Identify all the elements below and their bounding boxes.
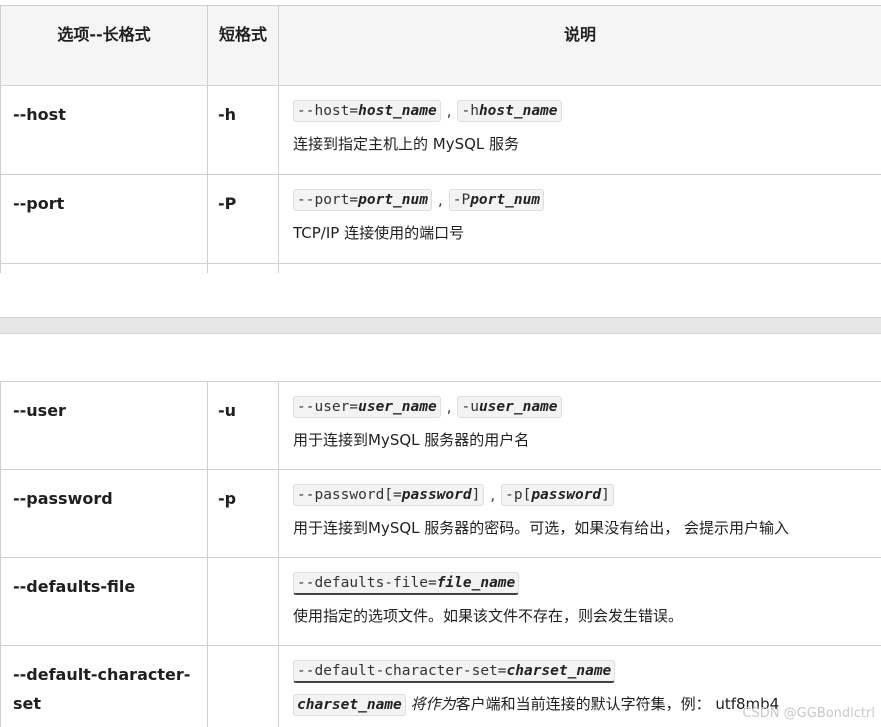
option-long: --default-character-set bbox=[13, 665, 191, 713]
option-long: --user bbox=[13, 401, 66, 420]
syntax-code: --port=port_num bbox=[293, 189, 432, 211]
option-description: 使用指定的选项文件。如果该文件不存在，则会发生错误。 bbox=[293, 607, 684, 625]
table-section-top: 选项--长格式 短格式 说明 --host -h --host=host_nam… bbox=[0, 0, 881, 273]
watermark: CSDN @GGBondlctrl bbox=[742, 706, 875, 721]
option-description: 连接到指定主机上的 MySQL 服务 bbox=[293, 135, 520, 153]
option-short: -u bbox=[218, 401, 237, 420]
syntax-code: --defaults-file=file_name bbox=[293, 571, 520, 595]
options-table-bottom: --user -u --user=user_name , -uuser_name… bbox=[0, 381, 881, 727]
option-description: 用于连接到MySQL 服务器的用户名 bbox=[293, 431, 530, 449]
syntax-code: --password[=password] bbox=[293, 484, 485, 506]
syntax-code: -uuser_name bbox=[457, 396, 562, 418]
option-description: 用于连接到MySQL 服务器的密码。可选，如果没有给出， 会提示用户输入 bbox=[293, 519, 790, 537]
syntax-code: -Pport_num bbox=[448, 189, 545, 211]
section-divider bbox=[0, 317, 881, 334]
syntax-code: charset_name bbox=[293, 694, 406, 716]
syntax-code: -hhost_name bbox=[457, 100, 562, 122]
option-long: --defaults-file bbox=[13, 577, 136, 596]
option-short bbox=[208, 558, 278, 572]
syntax-code: -p[password] bbox=[501, 484, 614, 506]
option-short: -h bbox=[218, 105, 237, 124]
table-row-port: --port -P --port=port_num , -Pport_num T… bbox=[0, 174, 881, 264]
syntax-code: --user=user_name bbox=[293, 396, 441, 418]
table-section-bottom: --user -u --user=user_name , -uuser_name… bbox=[0, 381, 881, 727]
table-row-user: --user -u --user=user_name , -uuser_name… bbox=[0, 381, 881, 470]
table-row-defaults-file: --defaults-file --defaults-file=file_nam… bbox=[0, 557, 881, 646]
syntax-code: --host=host_name bbox=[293, 100, 441, 122]
header-row: 选项--长格式 短格式 说明 bbox=[0, 5, 881, 86]
table-row-host: --host -h --host=host_name , -hhost_name… bbox=[0, 85, 881, 175]
table-row-cut bbox=[0, 263, 881, 273]
option-short bbox=[208, 646, 278, 660]
options-table-top: 选项--长格式 短格式 说明 --host -h --host=host_nam… bbox=[0, 5, 881, 273]
header-description: 说明 bbox=[278, 5, 881, 86]
option-long: --password bbox=[13, 489, 113, 508]
option-short: -p bbox=[218, 489, 237, 508]
syntax-code: --default-character-set=charset_name bbox=[293, 659, 616, 683]
option-long: --port bbox=[13, 194, 65, 213]
option-description: TCP/IP 连接使用的端口号 bbox=[293, 224, 465, 242]
table-row-password: --password -p --password[=password] , -p… bbox=[0, 469, 881, 558]
header-long-option: 选项--长格式 bbox=[0, 5, 208, 86]
option-short: -P bbox=[218, 194, 237, 213]
option-long: --host bbox=[13, 105, 66, 124]
header-short-option: 短格式 bbox=[207, 5, 279, 86]
